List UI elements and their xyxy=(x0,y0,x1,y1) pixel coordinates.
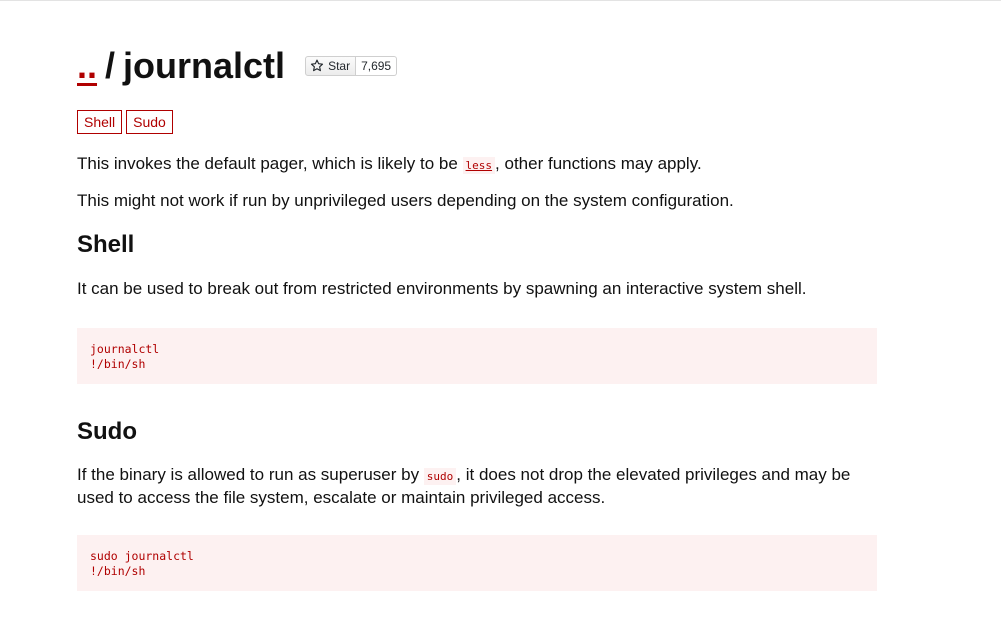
page-title: .. / journalctl xyxy=(77,44,285,88)
intro-paragraph-1: This invokes the default pager, which is… xyxy=(77,153,877,176)
star-label: Star xyxy=(328,59,351,73)
shell-code-block[interactable]: journalctl !/bin/sh xyxy=(77,328,877,384)
intro-text-after: , other functions may apply. xyxy=(495,154,702,173)
tag-shell[interactable]: Shell xyxy=(77,110,123,134)
header: .. / journalctl Star 7,695 xyxy=(77,44,398,88)
sudo-code: sudo journalctl !/bin/sh xyxy=(90,549,194,578)
intro-text-before: This invokes the default pager, which is… xyxy=(77,154,463,173)
title-separator: / xyxy=(105,45,116,86)
shell-code: journalctl !/bin/sh xyxy=(90,342,160,371)
less-link[interactable]: less xyxy=(462,157,496,174)
star-count[interactable]: 7,695 xyxy=(356,56,398,76)
github-star-widget: Star 7,695 xyxy=(305,56,398,76)
parent-directory-link[interactable]: .. xyxy=(77,44,97,88)
star-button[interactable]: Star xyxy=(305,56,357,76)
intro-paragraph-2: This might not work if run by unprivileg… xyxy=(77,191,734,210)
sudo-inline-code: sudo xyxy=(423,468,457,485)
sudo-description: If the binary is allowed to run as super… xyxy=(77,464,877,508)
section-heading-shell: Shell xyxy=(77,231,135,258)
star-icon xyxy=(310,59,324,72)
section-heading-sudo: Sudo xyxy=(77,418,137,445)
tag-sudo[interactable]: Sudo xyxy=(126,110,173,134)
binary-name: journalctl xyxy=(123,45,286,86)
function-tags: Shell Sudo xyxy=(77,110,173,134)
sudo-text-before: If the binary is allowed to run as super… xyxy=(77,465,424,484)
sudo-code-block[interactable]: sudo journalctl !/bin/sh xyxy=(77,535,877,591)
top-divider xyxy=(0,0,1001,2)
shell-description: It can be used to break out from restric… xyxy=(77,279,807,298)
